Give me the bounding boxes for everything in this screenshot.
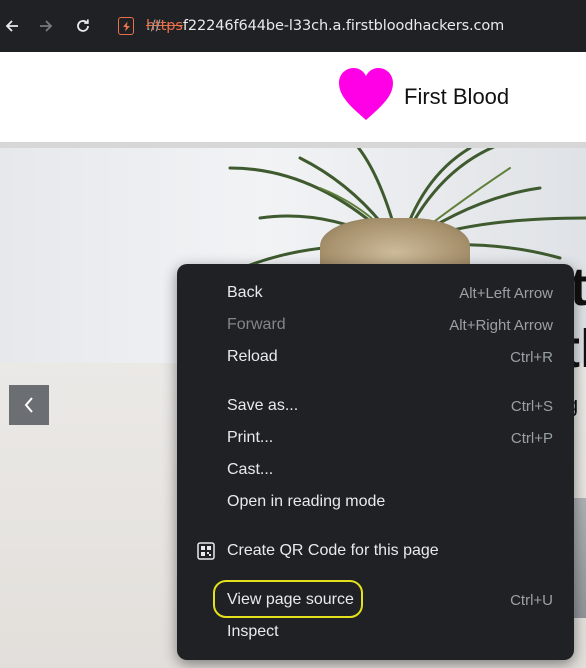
menu-item-label: Save as...: [227, 397, 299, 414]
menu-item-label: Cast...: [227, 461, 274, 478]
address-bar[interactable]: https://f22246f644be-l33ch.a.firstbloodh…: [106, 8, 586, 44]
lightning-shield-icon[interactable]: [118, 17, 134, 35]
menu-item-shortcut: Ctrl+P: [510, 430, 553, 447]
back-button[interactable]: [0, 14, 24, 38]
menu-item-forward[interactable]: Forward Alt+Right Arrow: [177, 309, 574, 341]
reload-button[interactable]: [71, 14, 95, 38]
menu-item-label: Reload: [227, 348, 278, 365]
menu-item-back[interactable]: Back Alt+Left Arrow: [177, 277, 574, 309]
menu-item-reload[interactable]: Reload Ctrl+R: [177, 341, 574, 373]
context-menu: Back Alt+Left Arrow Forward Alt+Right Ar…: [177, 264, 574, 660]
menu-item-reading-mode[interactable]: Open in reading mode: [177, 486, 574, 518]
browser-toolbar: https://f22246f644be-l33ch.a.firstbloodh…: [0, 0, 586, 53]
menu-item-shortcut: Ctrl+S: [510, 398, 553, 415]
url-separator: ://: [146, 18, 161, 34]
brand-name[interactable]: First Blood: [404, 84, 509, 110]
view-source-highlight-annotation: [213, 580, 363, 618]
chevron-left-icon: [24, 397, 33, 413]
menu-item-label: Back: [227, 284, 263, 301]
carousel-prev-button[interactable]: [9, 385, 49, 425]
menu-item-label: Inspect: [227, 623, 279, 640]
menu-item-print[interactable]: Print... Ctrl+P: [177, 422, 574, 454]
forward-button[interactable]: [34, 14, 58, 38]
menu-item-save-as[interactable]: Save as... Ctrl+S: [177, 390, 574, 422]
menu-item-shortcut: Alt+Right Arrow: [449, 317, 553, 334]
menu-item-label: Create QR Code for this page: [227, 542, 439, 559]
arrow-left-icon: [5, 20, 18, 32]
menu-item-label: Open in reading mode: [227, 493, 386, 510]
menu-item-label: Print...: [227, 429, 274, 446]
menu-item-shortcut: Ctrl+U: [510, 592, 553, 609]
reload-icon: [77, 19, 89, 32]
menu-item-inspect[interactable]: Inspect: [177, 616, 574, 648]
site-header: First Blood: [0, 52, 586, 142]
menu-item-create-qr-code[interactable]: Create QR Code for this page: [177, 535, 574, 567]
qr-code-icon: [197, 542, 215, 560]
heart-logo-icon[interactable]: [338, 68, 394, 122]
menu-item-cast[interactable]: Cast...: [177, 454, 574, 486]
menu-item-label: Forward: [227, 316, 286, 333]
url-text: https://f22246f644be-l33ch.a.firstbloodh…: [146, 18, 504, 34]
arrow-right-icon: [40, 20, 53, 32]
url-host: f22246f644be-l33ch.a.firstbloodhackers.c…: [182, 18, 505, 34]
menu-item-shortcut: Ctrl+R: [510, 349, 553, 366]
menu-item-shortcut: Alt+Left Arrow: [459, 285, 553, 302]
